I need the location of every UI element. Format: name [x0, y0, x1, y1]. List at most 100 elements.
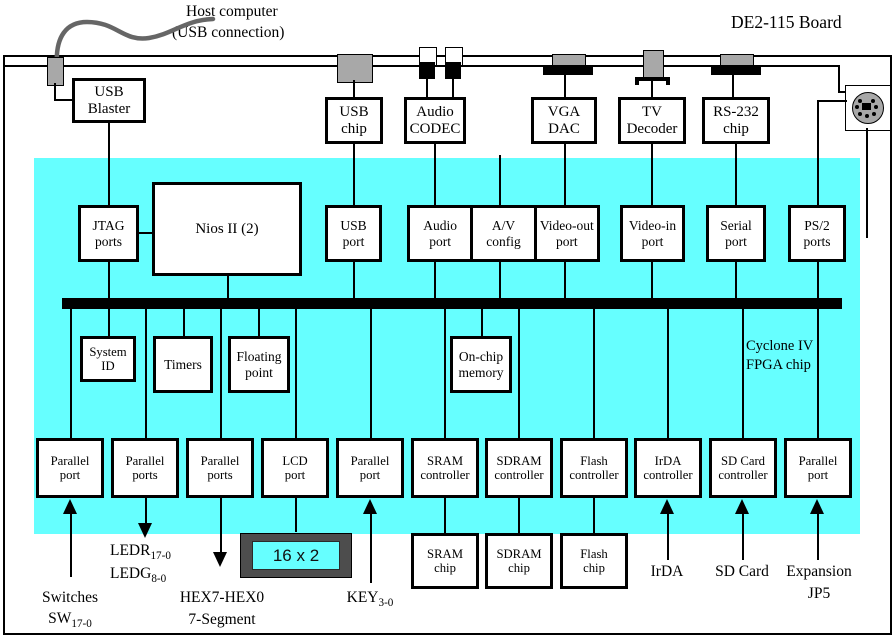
jtag-to-nios-wire — [138, 232, 153, 234]
lcd-screen: 16 x 2 — [252, 541, 340, 570]
usb-chip-to-usb-port-wire — [353, 143, 355, 208]
ledg-label-sub: 8-0 — [151, 573, 167, 586]
sdcard-controller-block: SD Card controller — [709, 438, 777, 498]
ledg-label-main: LEDG — [110, 565, 152, 582]
parallel-port-keys-line1: Parallel — [350, 453, 390, 468]
ps2-pin-4 — [874, 105, 878, 109]
irda-controller-block: IrDA controller — [634, 438, 702, 498]
usb-blaster-to-jtag-wire — [108, 122, 110, 208]
usb-blaster-chip-line2: Blaster — [87, 100, 131, 117]
cyclone-iv-label-line1: Cyclone IV — [746, 338, 814, 354]
ps2-pin-1 — [858, 99, 862, 103]
jtag-ports-block: JTAG ports — [78, 205, 139, 262]
rs232-connector-wire — [732, 74, 734, 98]
sram-chip-line2: chip — [434, 561, 456, 575]
ps2-wire-left — [817, 100, 819, 208]
ps2-edge-wire-vertical — [838, 65, 840, 92]
sdram-controller-block: SDRAM controller — [485, 438, 553, 498]
video-in-port-block: Video-in port — [620, 205, 685, 262]
video-in-to-bus-wire — [651, 261, 653, 299]
vga-dac-chip: VGA DAC — [531, 97, 597, 144]
audio-codec-to-audio-port-wire — [434, 143, 436, 208]
bus-to-parallel-keys-wire — [370, 308, 372, 438]
video-out-port-line2: port — [555, 233, 578, 249]
system-id-line1: System — [89, 344, 127, 359]
parallel-port-switches-line1: Parallel — [50, 453, 90, 468]
hex-label-line1: HEX7-HEX0 — [179, 589, 265, 606]
hex-wire — [220, 498, 222, 554]
jtag-ports-line1: JTAG — [92, 218, 125, 234]
sdram-controller-line2: controller — [494, 468, 544, 482]
usb-connector-icon — [337, 54, 373, 83]
sram-controller-line2: controller — [420, 468, 470, 482]
ps2-pin-7 — [872, 112, 876, 116]
flash-chip-block: Flash chip — [560, 533, 628, 589]
leds-wire — [145, 498, 147, 525]
video-out-to-bus-wire — [564, 261, 566, 299]
switches-arrow-icon — [63, 499, 77, 514]
lcd-port-line2: port — [284, 468, 306, 482]
bus-to-sram-ctrl-wire — [444, 308, 446, 438]
usb-port-line1: USB — [340, 218, 367, 234]
system-id-line2: ID — [101, 359, 115, 373]
flash-chip-line1: Flash — [580, 546, 608, 561]
lcd-screen-text: 16 x 2 — [272, 545, 320, 565]
hex-arrow-icon — [213, 552, 227, 567]
system-id-block: System ID — [80, 336, 136, 382]
usb-chip-line2: chip — [341, 120, 367, 137]
bus-to-parallel-switches-wire — [70, 308, 72, 438]
flash-chip-line2: chip — [583, 561, 605, 575]
sdram-chip-line2: chip — [508, 561, 530, 575]
switches-label-sub: 17-0 — [71, 618, 92, 631]
parallel-port-switches-block: Parallel port — [36, 438, 104, 498]
timers-label: Timers — [164, 356, 202, 372]
video-out-port-line1: Video-out — [539, 218, 594, 234]
rs232-to-serial-wire — [735, 143, 737, 208]
irda-arrow-icon — [660, 499, 674, 514]
parallel-ports-hex-line1: Parallel — [200, 453, 240, 468]
sdram-chip-line1: SDRAM — [496, 546, 542, 561]
sdcard-controller-line1: SD Card — [720, 453, 766, 468]
expansion-arrow-icon — [810, 499, 824, 514]
ps2-key-icon — [862, 103, 871, 110]
parallel-ports-leds-block: Parallel ports — [111, 438, 179, 498]
audio-jack-left-wire — [426, 78, 428, 98]
ps2-pin-6 — [865, 114, 869, 118]
vga-dac-line2: DAC — [548, 120, 580, 137]
usb-blaster-connector-wire-v — [54, 83, 56, 100]
bus-to-floating-point-wire — [258, 308, 260, 337]
usb-blaster-connector-icon — [47, 57, 64, 86]
ps2-ports-line1: PS/2 — [804, 218, 830, 234]
de2-115-block-diagram: DE2-115 Board Host computer (USB connect… — [0, 0, 895, 639]
tv-decoder-line2: Decoder — [626, 120, 678, 137]
irda-wire — [667, 513, 669, 560]
ps2-ports-line2: ports — [803, 233, 831, 249]
sdcard-arrow-icon — [735, 499, 749, 514]
ledr-label-sub: 17-0 — [150, 550, 171, 563]
sdram-chip-block: SDRAM chip — [485, 533, 553, 589]
board-title: DE2-115 Board — [731, 12, 842, 32]
ps2-pin-3 — [855, 105, 859, 109]
vga-dac-line1: VGA — [547, 103, 581, 120]
parallel-port-keys-line2: port — [359, 468, 381, 482]
sdcard-controller-line2: controller — [718, 468, 768, 482]
flash-controller-line2: controller — [569, 468, 619, 482]
audio-jack-left-bottom-icon — [419, 62, 435, 79]
bus-to-onchip-memory-wire — [481, 308, 483, 337]
sram-chip-line1: SRAM — [427, 546, 463, 561]
cyclone-iv-label-line2: FPGA chip — [746, 357, 811, 373]
ledg-label: LEDG8-0 — [110, 565, 166, 587]
vga-connector-base-icon — [543, 65, 593, 75]
av-config-block: A/V config — [470, 208, 533, 259]
hex-label-line2: 7-Segment — [188, 611, 256, 628]
usb-port-block: USB port — [325, 205, 382, 262]
lcd-display-panel: 16 x 2 — [240, 533, 352, 578]
bus-to-flash-ctrl-wire — [593, 308, 595, 438]
nios-ii-block: Nios II (2) — [152, 182, 302, 276]
ledr-label: LEDR17-0 — [110, 542, 171, 564]
key-label-sub: 3-0 — [378, 597, 394, 610]
vga-dac-to-videoout-wire — [564, 143, 566, 208]
video-out-port-block: Video-out port — [533, 208, 597, 259]
audio-codec-chip: Audio CODEC — [404, 97, 466, 144]
ps2-wire-right — [866, 128, 868, 238]
